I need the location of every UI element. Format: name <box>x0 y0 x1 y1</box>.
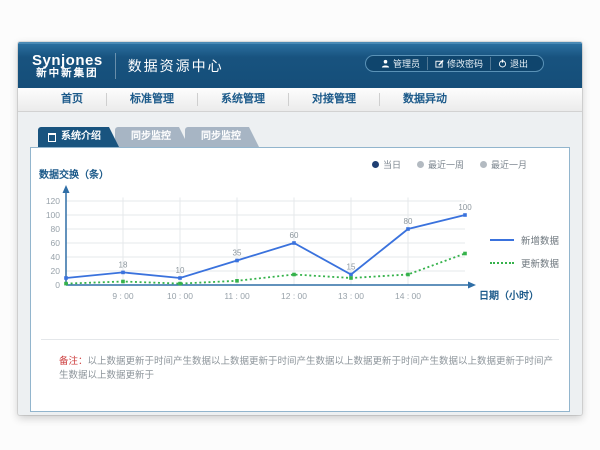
user-menu-edit[interactable]: 修改密码 <box>427 57 490 70</box>
user-menu-label: 管理员 <box>393 57 420 70</box>
svg-text:80: 80 <box>404 217 413 226</box>
tab-label: 同步监控 <box>131 127 171 147</box>
nav-item-2[interactable]: 系统管理 <box>198 88 288 111</box>
svg-text:10: 10 <box>176 266 185 275</box>
svg-text:100: 100 <box>46 210 60 220</box>
radio-dot-icon <box>480 161 487 168</box>
user-menu-user[interactable]: 管理员 <box>374 57 427 70</box>
svg-text:40: 40 <box>51 252 61 262</box>
nav-item-4[interactable]: 数据异动 <box>380 88 470 111</box>
tab-0[interactable]: 系统介绍 <box>38 127 119 147</box>
nav-item-3[interactable]: 对接管理 <box>289 88 379 111</box>
svg-text:11 : 00: 11 : 00 <box>224 291 250 301</box>
legend-label: 新增数据 <box>521 233 559 247</box>
filter-radio-0[interactable]: 当日 <box>372 158 401 171</box>
logo: Synjones 新中新集团 <box>32 53 103 80</box>
page-title: 数据资源中心 <box>128 56 224 76</box>
svg-text:日期（小时）: 日期（小时） <box>479 289 539 302</box>
filter-radio-1[interactable]: 最近一周 <box>417 158 464 171</box>
svg-text:80: 80 <box>51 224 61 234</box>
svg-text:10 : 00: 10 : 00 <box>167 291 193 301</box>
tab-2[interactable]: 同步监控 <box>185 127 259 147</box>
app-header: Synjones 新中新集团 数据资源中心 管理员 修改密码 退出 <box>18 42 582 88</box>
tab-label: 同步监控 <box>201 127 241 147</box>
chart-legend: 新增数据更新数据 <box>490 233 559 270</box>
content-area: 系统介绍同步监控同步监控 当日最近一周最近一月 数据交换（条） 02040608… <box>18 112 582 415</box>
legend-item-1: 更新数据 <box>490 256 559 270</box>
svg-text:120: 120 <box>46 196 60 206</box>
chart-area: 0 20 40 60 80 100 120 9 : 00 10 : 00 11 : 00 12 : … <box>31 181 569 313</box>
legend-label: 更新数据 <box>521 256 559 270</box>
power-icon <box>498 59 507 68</box>
remark-text: 以上数据更新于时间产生数据以上数据更新于时间产生数据以上数据更新于时间产生数据以… <box>59 356 553 381</box>
content-panel: 当日最近一周最近一月 数据交换（条） 0204060801001209 : 00… <box>30 147 570 412</box>
remark: 备注：以上数据更新于时间产生数据以上数据更新于时间产生数据以上数据更新于时间产生… <box>31 340 569 381</box>
filter-label: 最近一月 <box>491 158 527 171</box>
radio-dot-icon <box>417 161 424 168</box>
svg-text:0: 0 <box>55 280 60 290</box>
main-nav: 首页标准管理系统管理对接管理数据异动 <box>18 88 582 112</box>
tab-1[interactable]: 同步监控 <box>115 127 189 147</box>
svg-text:60: 60 <box>51 238 61 248</box>
filter-label: 当日 <box>383 158 401 171</box>
svg-text:100: 100 <box>458 203 472 212</box>
user-menu-power[interactable]: 退出 <box>490 57 535 70</box>
line-chart: 0 20 40 60 80 100 120 9 : 00 10 : 00 11 : 00 12 : … <box>31 181 551 313</box>
radio-dot-icon <box>372 161 379 168</box>
edit-icon <box>435 59 444 68</box>
svg-text:13 : 00: 13 : 00 <box>338 291 364 301</box>
legend-item-0: 新增数据 <box>490 233 559 247</box>
user-menu: 管理员 修改密码 退出 <box>365 55 544 72</box>
nav-item-0[interactable]: 首页 <box>38 88 106 111</box>
legend-line-sample <box>490 239 514 241</box>
svg-text:60: 60 <box>290 231 299 240</box>
document-icon <box>48 133 56 142</box>
remark-label: 备注： <box>59 356 88 367</box>
header-divider <box>115 53 116 79</box>
logo-text-en: Synjones <box>32 53 103 69</box>
filter-radio-2[interactable]: 最近一月 <box>480 158 527 171</box>
svg-text:9 : 00: 9 : 00 <box>112 291 134 301</box>
svg-text:15: 15 <box>347 263 356 272</box>
time-filter-group: 当日 最近一周 最近一月 <box>372 158 527 171</box>
logo-text-cn: 新中新集团 <box>32 68 103 79</box>
tab-label: 系统介绍 <box>61 127 101 147</box>
filter-label: 最近一周 <box>428 158 464 171</box>
app-window: Synjones 新中新集团 数据资源中心 管理员修改密码退出 首页标准管理系统… <box>18 42 582 415</box>
user-menu-label: 修改密码 <box>447 57 483 70</box>
user-menu-label: 退出 <box>510 57 528 70</box>
legend-line-sample <box>490 262 514 264</box>
svg-text:12 : 00: 12 : 00 <box>281 291 307 301</box>
svg-text:14 : 00: 14 : 00 <box>395 291 421 301</box>
svg-text:35: 35 <box>233 249 242 258</box>
svg-text:18: 18 <box>119 260 128 269</box>
nav-item-1[interactable]: 标准管理 <box>107 88 197 111</box>
tab-bar: 系统介绍 同步监控 同步监控 <box>30 127 570 147</box>
user-icon <box>381 59 390 68</box>
svg-text:20: 20 <box>51 266 61 276</box>
